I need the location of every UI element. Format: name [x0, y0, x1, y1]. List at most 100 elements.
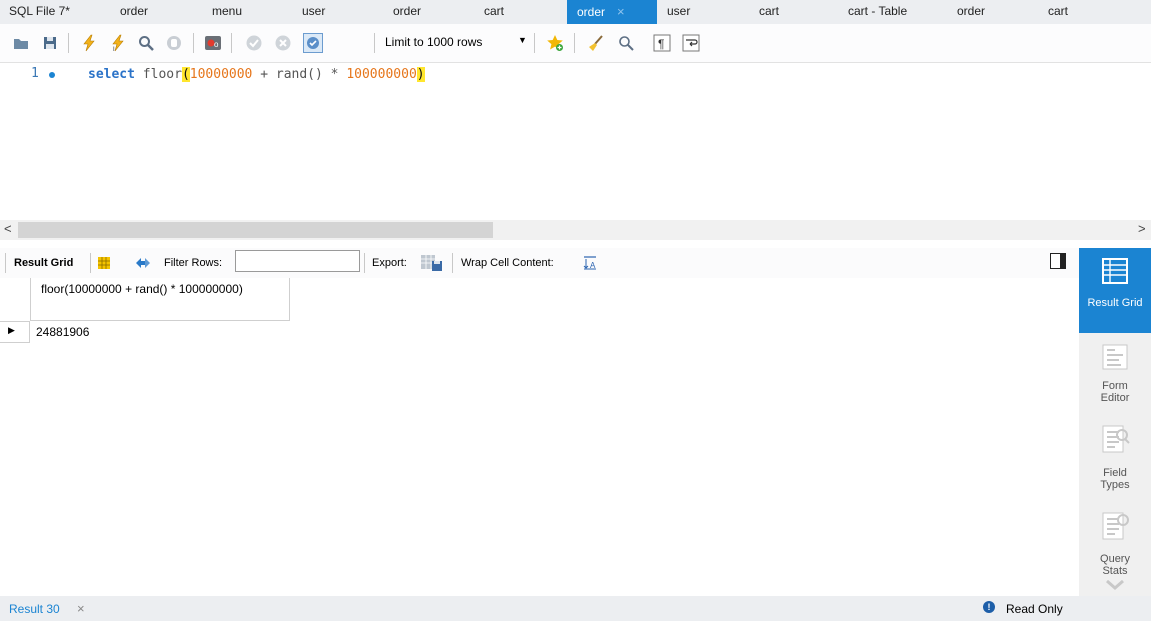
editor-tab-bar: SQL File 7* order menu user order cart o… [0, 0, 1151, 24]
filter-rows-input[interactable] [235, 250, 360, 272]
chevron-down-icon[interactable]: ▼ [518, 35, 527, 45]
beautify-broom-icon[interactable] [587, 34, 605, 52]
current-row-arrow-icon: ▶ [8, 325, 15, 335]
toolbar-separator [364, 253, 365, 273]
wrap-toggle-icon[interactable]: A [583, 256, 597, 270]
invisible-characters-icon[interactable]: ¶ [653, 34, 671, 52]
side-result-grid-label: Result Grid [1087, 297, 1143, 309]
field-types-icon [1102, 425, 1130, 453]
tab-cart-table[interactable]: cart - Table [848, 0, 907, 24]
sql-code-line[interactable]: select floor(10000000 + rand() * 1000000… [88, 65, 425, 85]
tab-order[interactable]: order [393, 0, 421, 24]
word-wrap-icon[interactable] [682, 34, 700, 52]
tab-order[interactable]: order [957, 0, 985, 24]
tab-label: menu [212, 4, 243, 18]
result-grid: floor(10000000 + rand() * 100000000) ▶ 2… [0, 278, 1079, 596]
close-result-icon[interactable]: × [77, 601, 85, 616]
query-stats-icon [1102, 512, 1129, 540]
close-tab-icon[interactable]: × [617, 4, 625, 19]
tab-user[interactable]: user [667, 0, 690, 24]
export-icon[interactable] [420, 253, 444, 273]
svg-text:¶: ¶ [658, 37, 664, 51]
tab-user[interactable]: user [302, 0, 325, 24]
column-header-text: floor(10000000 + rand() * 100000000) [41, 282, 243, 296]
limit-rows-select[interactable]: Limit to 1000 rows [385, 35, 482, 49]
info-icon: ! [983, 601, 995, 613]
scrollbar-thumb[interactable] [18, 222, 493, 238]
tab-label: user [302, 4, 326, 18]
sql-operator: * [322, 67, 347, 82]
result-tab[interactable]: Result 30 [9, 602, 60, 616]
scroll-right-icon[interactable]: > [1138, 221, 1146, 236]
execute-current-icon[interactable]: I [109, 34, 127, 52]
sql-toolbar: I o Limit to 1000 rows ▼ ¶ [0, 24, 1151, 63]
sql-function: floor [142, 67, 182, 82]
paren-match: ( [181, 67, 190, 82]
tab-label: cart [484, 4, 505, 18]
row-header-corner [0, 278, 31, 320]
autocommit-toggle-icon[interactable] [303, 33, 323, 53]
tab-order[interactable]: order [120, 0, 148, 24]
horizontal-scrollbar[interactable]: < > [0, 220, 1151, 240]
tab-label: order [120, 4, 149, 18]
tab-label: cart - Table [848, 4, 908, 18]
tab-label: SQL File 7* [9, 4, 70, 18]
side-result-grid[interactable]: Result Grid [1079, 248, 1151, 333]
toggle-error-icon[interactable]: o [204, 34, 222, 52]
statement-marker-icon [49, 72, 55, 78]
tab-label: user [667, 4, 691, 18]
cell-value: 24881906 [36, 325, 90, 339]
row-selector[interactable] [0, 321, 30, 343]
svg-text:I: I [113, 47, 115, 52]
tab-label: cart [1048, 4, 1069, 18]
execute-icon[interactable] [80, 34, 98, 52]
side-form-editor-label: Form Editor [1100, 380, 1130, 404]
result-side-panel: Result Grid Form Editor Field Types Quer… [1079, 248, 1151, 596]
column-header[interactable]: floor(10000000 + rand() * 100000000) [30, 278, 290, 321]
form-editor-icon [1102, 344, 1128, 370]
export-label: Export: [372, 257, 407, 269]
result-toolbar: Result Grid Filter Rows: Export: Wrap Ce… [0, 248, 1079, 279]
column-grid-icon[interactable] [97, 256, 111, 270]
chevron-down-icon[interactable] [1105, 579, 1125, 591]
tab-label: order [393, 4, 422, 18]
refresh-icon[interactable] [135, 256, 151, 270]
rollback-icon[interactable] [274, 34, 292, 52]
sql-keyword: select [88, 67, 135, 82]
tab-sql-file-7[interactable]: SQL File 7* [9, 0, 70, 24]
sql-number: 10000000 [189, 67, 253, 82]
tab-cart[interactable]: cart [484, 0, 504, 24]
tab-cart[interactable]: cart [1048, 0, 1068, 24]
side-form-editor[interactable]: Form Editor [1079, 340, 1151, 408]
sql-editor[interactable]: 1 select floor(10000000 + rand() * 10000… [0, 63, 1151, 219]
scroll-left-icon[interactable]: < [4, 221, 12, 236]
save-icon[interactable] [41, 34, 59, 52]
tab-cart[interactable]: cart [759, 0, 779, 24]
toolbar-separator [193, 33, 194, 53]
side-query-stats-label: Query Stats [1100, 553, 1130, 577]
tab-order-active[interactable]: order × [567, 0, 657, 24]
result-grid-label[interactable]: Result Grid [14, 257, 73, 269]
explain-icon[interactable] [137, 34, 155, 52]
read-only-status: Read Only [1006, 602, 1063, 616]
toolbar-separator [452, 253, 453, 273]
tab-label: order [957, 4, 986, 18]
sql-function: rand() [275, 67, 323, 82]
toolbar-separator [534, 33, 535, 53]
status-bar: Result 30 × ! Read Only [0, 596, 1151, 621]
tab-label: order [577, 5, 606, 19]
add-snippet-star-icon[interactable] [546, 34, 564, 52]
commit-icon[interactable] [245, 34, 263, 52]
toggle-panel-icon[interactable] [1050, 253, 1066, 269]
tab-label: cart [759, 4, 780, 18]
side-field-types[interactable]: Field Types [1079, 421, 1151, 491]
tab-menu[interactable]: menu [212, 0, 242, 24]
sql-operator: + [252, 67, 276, 82]
toolbar-separator [374, 33, 375, 53]
toolbar-separator [574, 33, 575, 53]
side-query-stats[interactable]: Query Stats [1079, 508, 1151, 593]
stop-icon[interactable] [165, 34, 183, 52]
find-icon[interactable] [617, 34, 635, 52]
open-folder-icon[interactable] [12, 34, 30, 52]
result-grid-icon [1102, 258, 1128, 284]
